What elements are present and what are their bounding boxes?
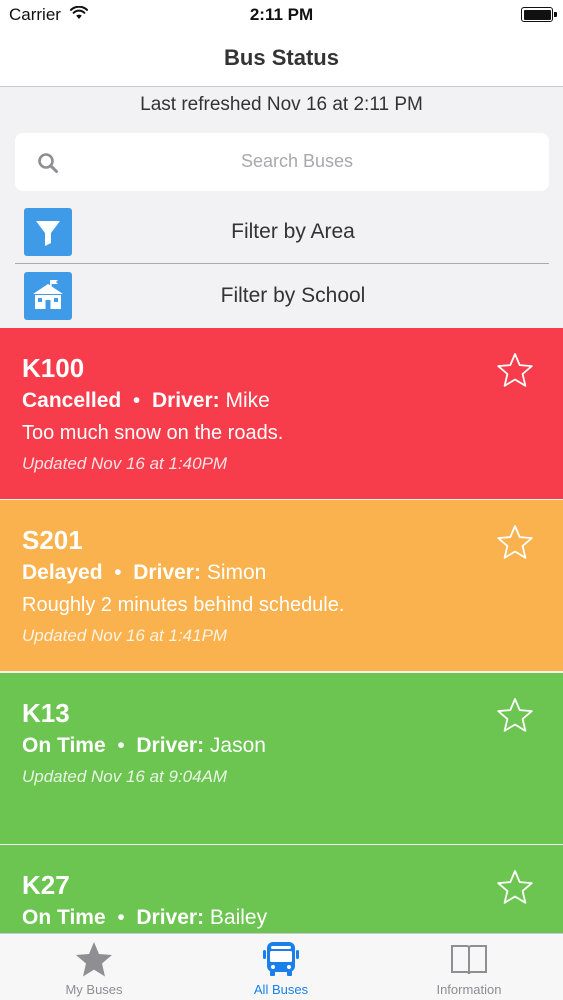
separator-dot: • xyxy=(108,561,128,584)
tab-all-buses[interactable]: All Buses xyxy=(187,934,375,1000)
screen: Carrier 2:11 PM Bus Status Last refreshe… xyxy=(0,0,563,1000)
favorite-star-icon[interactable] xyxy=(496,352,534,388)
tab-information[interactable]: Information xyxy=(375,934,563,1000)
favorite-star-icon[interactable] xyxy=(496,524,534,560)
bus-card-s201[interactable]: S201 Delayed • Driver: Simon Roughly 2 m… xyxy=(0,500,563,671)
bus-icon xyxy=(263,942,299,976)
tab-label: All Buses xyxy=(253,982,309,997)
book-icon xyxy=(451,945,487,975)
bus-status-line: Delayed • Driver: Simon xyxy=(22,561,266,585)
bus-note: Too much snow on the roads. xyxy=(22,422,284,444)
separator-dot: • xyxy=(111,734,131,757)
driver-name: Jason xyxy=(209,734,266,757)
battery-icon xyxy=(521,7,557,22)
driver-label: Driver: xyxy=(136,906,205,929)
tab-label: Information xyxy=(436,982,502,997)
bus-status-line: Cancelled • Driver: Mike xyxy=(22,389,270,413)
bus-status: On Time xyxy=(22,734,106,757)
bus-status-line: On Time • Driver: Jason xyxy=(22,734,266,758)
driver-name: Simon xyxy=(206,561,267,584)
search-placeholder: Search Buses xyxy=(240,151,354,171)
bus-name: K13 xyxy=(22,698,70,728)
bus-name: K27 xyxy=(22,870,70,900)
page-title: Bus Status xyxy=(224,45,339,70)
bus-name: K100 xyxy=(22,353,85,383)
driver-name: Bailey xyxy=(209,906,268,929)
bus-list: K100 Cancelled • Driver: Mike Too much s… xyxy=(0,328,563,933)
bus-status-line: On Time • Driver: Bailey xyxy=(22,906,267,930)
status-time: 2:11 PM xyxy=(249,5,314,24)
bus-updated: Updated Nov 16 at 9:04AM xyxy=(22,767,228,786)
filter-by-area-button[interactable]: Filter by Area xyxy=(0,200,563,264)
filter-by-school-button[interactable]: Filter by School xyxy=(0,264,563,328)
last-refreshed-label: Last refreshed Nov 16 at 2:11 PM xyxy=(140,94,423,115)
bus-updated: Updated Nov 16 at 1:40PM xyxy=(22,454,228,473)
driver-label: Driver: xyxy=(151,389,220,412)
bus-status: Delayed xyxy=(22,561,103,584)
favorite-star-icon[interactable] xyxy=(496,869,534,905)
star-icon xyxy=(76,942,112,977)
separator-dot: • xyxy=(127,389,147,412)
bus-name: S201 xyxy=(22,525,83,555)
driver-name: Mike xyxy=(225,389,270,412)
bus-status: On Time xyxy=(22,906,106,929)
bus-updated: Updated Nov 16 at 1:41PM xyxy=(22,626,228,645)
driver-label: Driver: xyxy=(133,561,201,584)
bus-card-k13[interactable]: K13 On Time • Driver: Jason Updated Nov … xyxy=(0,673,563,844)
separator-dot: • xyxy=(111,906,131,929)
filter-by-area-label: Filter by Area xyxy=(231,220,355,243)
bus-card-k27[interactable]: K27 On Time • Driver: Bailey xyxy=(0,845,563,933)
favorite-star-icon[interactable] xyxy=(496,697,534,733)
bus-status: Cancelled xyxy=(22,389,122,412)
status-bar: Carrier 2:11 PM xyxy=(0,0,563,30)
navigation-bar: Bus Status xyxy=(0,30,563,87)
bus-card-k100[interactable]: K100 Cancelled • Driver: Mike Too much s… xyxy=(0,328,563,499)
tab-my-buses[interactable]: My Buses xyxy=(0,934,188,1000)
tab-bar: My Buses All Buses Information xyxy=(0,933,563,1000)
bus-note: Roughly 2 minutes behind schedule. xyxy=(22,594,345,616)
driver-label: Driver: xyxy=(136,734,205,757)
tab-label: My Buses xyxy=(65,982,123,997)
filter-by-school-label: Filter by School xyxy=(220,284,366,307)
search-input[interactable]: Search Buses xyxy=(15,133,549,191)
